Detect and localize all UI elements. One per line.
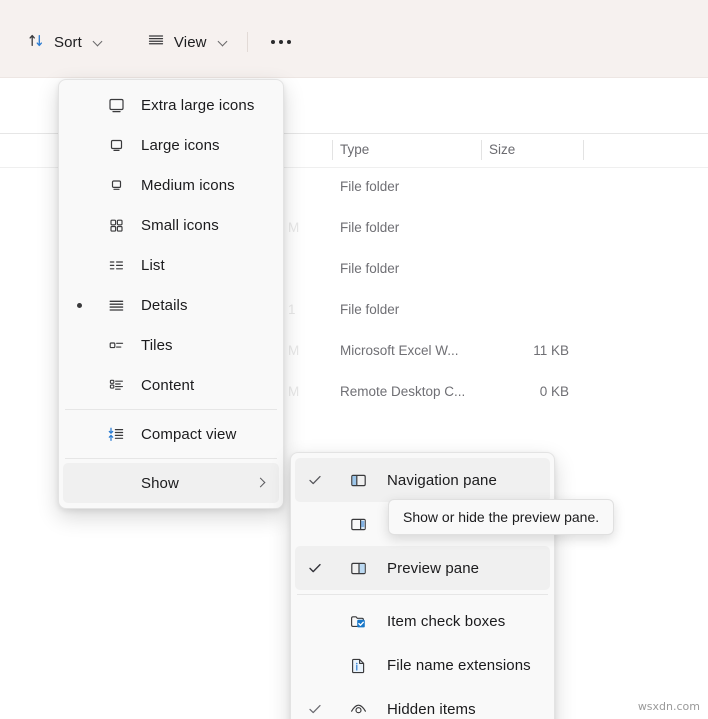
view-menu-flyout: Extra large icons Large icons Medium ico…	[58, 79, 284, 509]
navigation-pane-icon	[347, 471, 369, 490]
tiles-icon	[105, 336, 127, 355]
details-pane-icon	[347, 515, 369, 534]
column-header-type[interactable]: Type	[340, 142, 369, 157]
menu-item-medium-icons[interactable]: Medium icons	[63, 165, 279, 205]
monitor-xl-icon	[105, 96, 127, 115]
see-more-button[interactable]	[257, 25, 305, 59]
file-extensions-icon	[347, 656, 369, 675]
menu-item-label: Tiles	[141, 336, 173, 354]
submenu-separator	[297, 594, 548, 595]
ellipsis-icon	[278, 40, 283, 44]
menu-separator	[65, 458, 277, 459]
submenu-item-item-check-boxes[interactable]: Item check boxes	[295, 599, 550, 643]
menu-item-extra-large-icons[interactable]: Extra large icons	[63, 85, 279, 125]
row-type: File folder	[340, 179, 400, 194]
watermark-text: wsxdn.com	[637, 700, 700, 713]
menu-item-label: List	[141, 256, 165, 274]
view-button-label: View	[173, 33, 207, 51]
submenu-item-label: Item check boxes	[387, 612, 506, 630]
menu-item-label: Extra large icons	[141, 96, 255, 114]
submenu-item-navigation-pane[interactable]: Navigation pane	[295, 458, 550, 502]
menu-item-content[interactable]: Content	[63, 365, 279, 405]
row-type: File folder	[340, 220, 400, 235]
toolbar-divider	[246, 32, 248, 52]
menu-item-details[interactable]: Details	[63, 285, 279, 325]
row-name-clipped: 1	[288, 302, 296, 317]
menu-item-label: Show	[141, 474, 179, 492]
menu-item-tiles[interactable]: Tiles	[63, 325, 279, 365]
monitor-l-icon	[105, 136, 127, 155]
tooltip-text: Show or hide the preview pane.	[403, 509, 600, 525]
lines-icon	[147, 32, 165, 53]
compact-view-icon	[105, 425, 127, 444]
menu-item-label: Details	[141, 296, 188, 314]
submenu-item-label: Navigation pane	[387, 471, 497, 489]
submenu-item-preview-pane[interactable]: Preview pane	[295, 546, 550, 590]
menu-item-label: Medium icons	[141, 176, 235, 194]
row-size: 0 KB	[539, 384, 569, 399]
submenu-item-file-name-extensions[interactable]: File name extensions	[295, 643, 550, 687]
file-explorer-window: Sort View Type Size File folder M File f…	[0, 0, 708, 719]
row-type: Remote Desktop C...	[340, 384, 466, 399]
row-name-clipped: M	[288, 343, 300, 358]
monitor-m-icon	[105, 176, 127, 195]
menu-item-large-icons[interactable]: Large icons	[63, 125, 279, 165]
item-check-boxes-icon	[347, 612, 369, 631]
submenu-item-hidden-items[interactable]: Hidden items	[295, 687, 550, 719]
row-name-clipped: M	[288, 384, 300, 399]
chevron-down-icon	[218, 37, 228, 47]
list-icon	[105, 256, 127, 275]
checkmark-icon	[307, 560, 323, 576]
menu-item-compact-view[interactable]: Compact view	[63, 414, 279, 454]
preview-pane-icon	[347, 559, 369, 578]
chevron-right-icon	[257, 479, 265, 487]
show-submenu-flyout: Navigation pane Details pane	[290, 452, 555, 719]
ellipsis-icon	[286, 40, 291, 44]
tooltip: Show or hide the preview pane.	[388, 499, 615, 535]
menu-item-label: Content	[141, 376, 195, 394]
sort-button[interactable]: Sort	[18, 25, 113, 59]
hidden-items-eye-icon	[347, 700, 369, 719]
watermark: wsxdn.com	[638, 700, 700, 713]
menu-item-label: Large icons	[141, 136, 220, 154]
grid-small-icon	[105, 216, 127, 235]
checkmark-icon	[307, 472, 323, 488]
menu-separator	[65, 409, 277, 410]
menu-item-label: Small icons	[141, 216, 219, 234]
submenu-item-label: Hidden items	[387, 700, 476, 718]
submenu-item-label: File name extensions	[387, 656, 531, 674]
row-name-clipped: M	[288, 220, 300, 235]
menu-item-show[interactable]: Show	[63, 463, 279, 503]
checkmark-icon	[307, 701, 323, 717]
row-size: 11 KB	[533, 343, 569, 358]
content-icon	[105, 376, 127, 395]
column-header-size[interactable]: Size	[489, 142, 515, 157]
selected-bullet-icon	[77, 302, 82, 308]
menu-item-small-icons[interactable]: Small icons	[63, 205, 279, 245]
menu-item-list[interactable]: List	[63, 245, 279, 285]
view-button[interactable]: View	[137, 25, 238, 59]
sort-button-label: Sort	[54, 33, 82, 51]
chevron-down-icon	[93, 37, 103, 47]
menu-item-label: Compact view	[141, 425, 237, 443]
row-type: File folder	[340, 261, 400, 276]
column-divider[interactable]	[583, 140, 584, 160]
submenu-item-label: Preview pane	[387, 559, 480, 577]
column-divider[interactable]	[481, 140, 482, 160]
row-type: Microsoft Excel W...	[340, 343, 459, 358]
sort-arrows-icon	[28, 32, 45, 53]
row-type: File folder	[340, 302, 400, 317]
command-bar: Sort View	[0, 0, 708, 78]
column-divider[interactable]	[332, 140, 333, 160]
ellipsis-icon	[270, 40, 275, 44]
details-lines-icon	[105, 296, 127, 315]
